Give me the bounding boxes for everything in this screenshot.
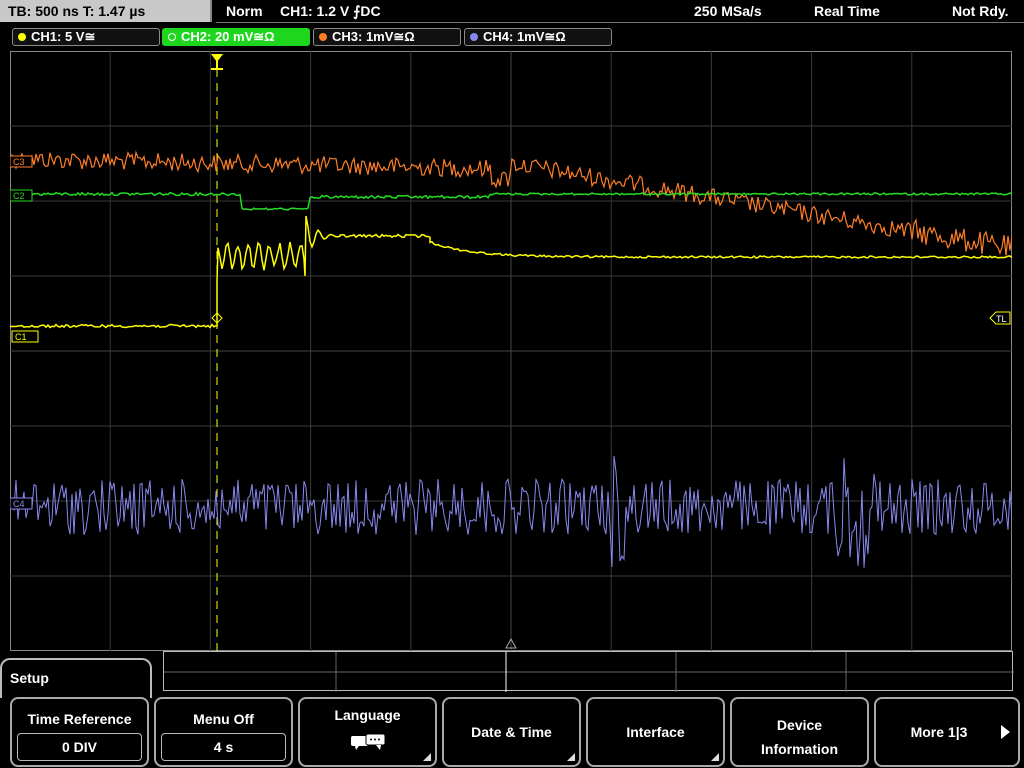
date-time-softkey[interactable]: Date & Time [442, 697, 581, 767]
status-divider [216, 22, 1024, 23]
ch3-color-dot [319, 33, 327, 41]
more-softkey[interactable]: More 1|3 [874, 697, 1020, 767]
ch1-marker-label: C1 [15, 332, 27, 342]
ch1-label: CH1: 5 V≅ [31, 29, 96, 44]
device-label-line2: Information [761, 741, 838, 757]
ch3-level-marker: C3 [10, 155, 33, 168]
ch4-marker-label: C4 [13, 499, 25, 509]
device-information-softkey[interactable]: Device Information [730, 697, 869, 767]
trigger-mode[interactable]: Norm [226, 0, 263, 22]
ch2-marker-label: C2 [13, 191, 25, 201]
time-reference-softkey[interactable]: Time Reference 0 DIV [10, 697, 149, 767]
acquisition-status: Not Rdy. [952, 3, 1009, 19]
graticule-grid [10, 51, 1012, 651]
zoom-overview-strip [163, 651, 1014, 692]
trigger-level-marker: TL [989, 311, 1011, 325]
submenu-corner-icon [423, 753, 431, 761]
ch3-marker-label: C3 [13, 157, 25, 167]
setup-menu-tab: Setup [0, 658, 152, 698]
speech-bubbles-icon [351, 733, 386, 750]
status-bar: TB: 500 ns T: 1.47 µs Norm CH1: 1.2 V ⨍D… [0, 0, 1024, 24]
trigger-arrow-icon [211, 54, 223, 62]
timebase-readout[interactable]: TB: 500 ns T: 1.47 µs [0, 0, 212, 22]
channel-tab-ch2[interactable]: CH2: 20 mV≅Ω [162, 28, 310, 46]
sample-rate: 250 MSa/s [694, 3, 762, 19]
ch2-label: CH2: 20 mV≅Ω [181, 29, 275, 44]
channel-tab-ch3[interactable]: CH3: 1mV≅Ω [313, 28, 461, 46]
ch1-color-dot [18, 33, 26, 41]
ch1-level-marker: C1 [11, 330, 39, 343]
ch3-label: CH3: 1mV≅Ω [332, 29, 415, 44]
menu-off-value: 4 s [161, 733, 286, 761]
trigger-level-label: TL [996, 314, 1007, 324]
language-label: Language [334, 707, 401, 723]
acquisition-mode: Real Time [814, 3, 880, 19]
setup-menu-title: Setup [10, 670, 49, 686]
menu-off-softkey[interactable]: Menu Off 4 s [154, 697, 293, 767]
ch4-label: CH4: 1mV≅Ω [483, 29, 566, 44]
trigger-info[interactable]: CH1: 1.2 V ⨍DC [280, 0, 381, 22]
channel-tab-ch4[interactable]: CH4: 1mV≅Ω [464, 28, 612, 46]
channel-tab-ch1[interactable]: CH1: 5 V≅ [12, 28, 160, 46]
ch2-level-marker: C2 [10, 189, 33, 202]
interface-softkey[interactable]: Interface [586, 697, 725, 767]
device-information-label: Device Information [732, 713, 867, 761]
more-label: More 1|3 [910, 724, 968, 740]
next-page-arrow-icon [1001, 725, 1010, 739]
language-softkey[interactable]: Language [298, 697, 437, 767]
trigger-position-marker [211, 54, 223, 70]
ch4-color-dot [470, 33, 478, 41]
ch4-level-marker: C4 [10, 497, 33, 510]
interface-label: Interface [626, 724, 685, 740]
time-reference-label: Time Reference [27, 711, 132, 727]
ch2-color-dot [168, 33, 176, 41]
submenu-corner-icon [711, 753, 719, 761]
waveform-canvas[interactable]: C3 C2 C1 C4 TL [10, 51, 1012, 651]
submenu-corner-icon [567, 753, 575, 761]
menu-off-label: Menu Off [193, 711, 254, 727]
date-time-label: Date & Time [471, 724, 552, 740]
time-reference-value: 0 DIV [17, 733, 142, 761]
device-label-line1: Device [776, 717, 823, 733]
